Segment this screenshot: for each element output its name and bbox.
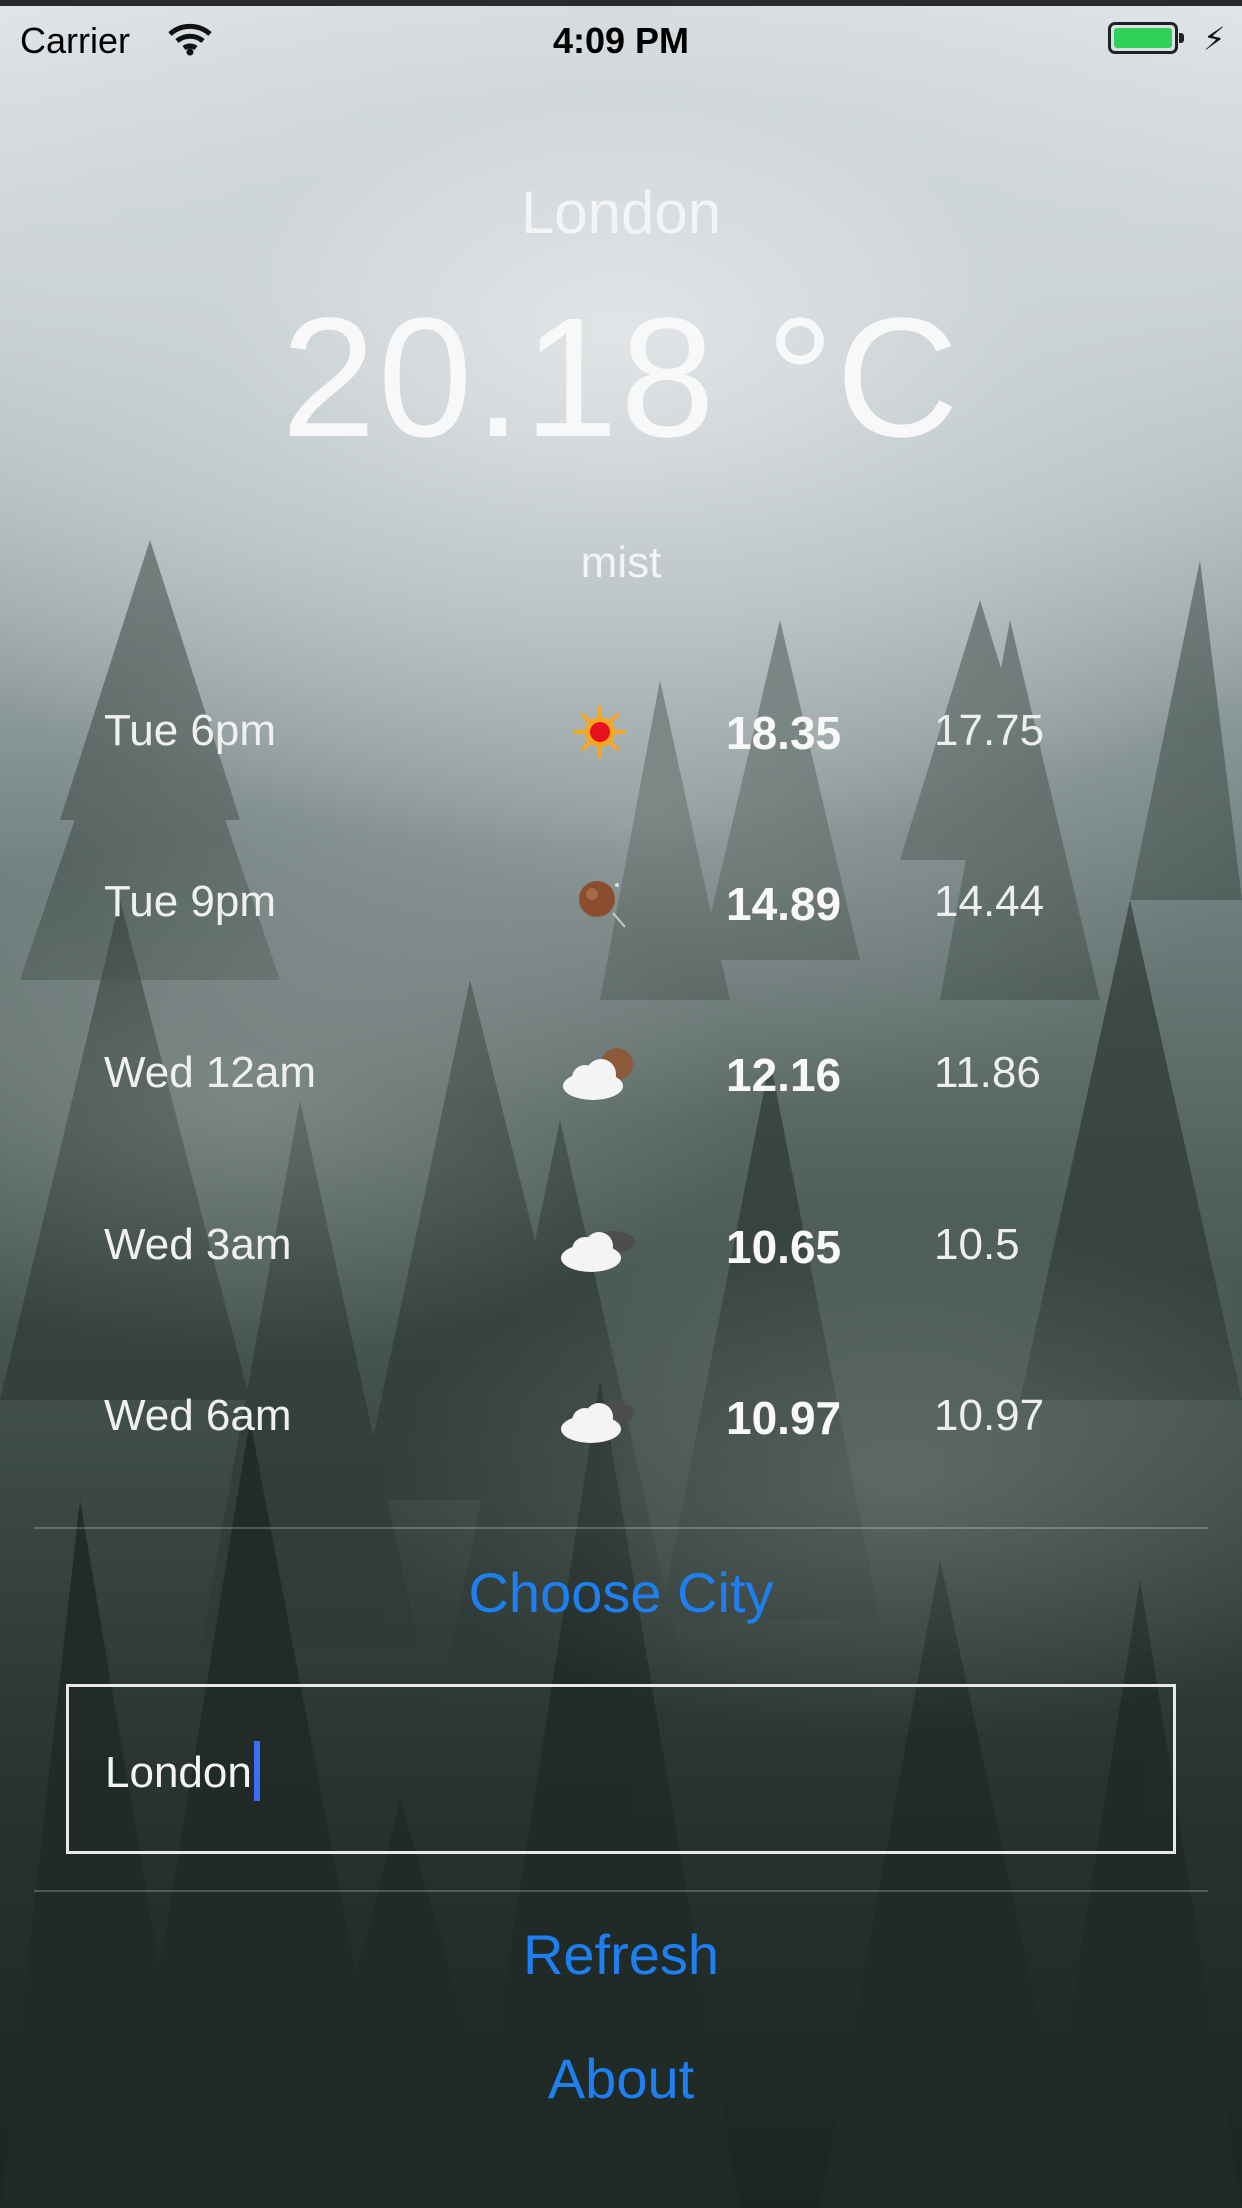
status-bar: Carrier 4:09 PM ⚡ xyxy=(0,0,1242,80)
city-name: London xyxy=(520,179,722,246)
moon-icon xyxy=(579,881,626,928)
divider xyxy=(34,1890,1208,1892)
choose-city-button[interactable]: Choose City xyxy=(0,1560,1242,1625)
forecast-high: 10.65 xyxy=(726,1221,842,1273)
battery-nub xyxy=(1179,33,1184,43)
cloudy-icon xyxy=(561,1231,635,1272)
city-input-value[interactable]: London xyxy=(105,1741,260,1801)
forecast-low: 11.86 xyxy=(934,1048,1041,1097)
forecast-row: Tue 6pm 18.35 17.75 xyxy=(0,692,1242,772)
forecast-row: Wed 6am 10.97 10.97 xyxy=(0,1377,1242,1457)
forecast-time: Wed 3am xyxy=(104,1220,292,1269)
weather-description: mist xyxy=(580,538,662,587)
charging-icon: ⚡ xyxy=(1203,21,1226,57)
forecast-high: 18.35 xyxy=(726,707,842,759)
forecast-row: Tue 9pm 14.89 14.44 xyxy=(0,863,1242,943)
battery-icon xyxy=(1108,22,1184,54)
city-input-text: London xyxy=(105,1748,252,1797)
forecast-time: Wed 12am xyxy=(104,1048,316,1097)
forecast-row: Wed 3am 10.65 10.5 xyxy=(0,1206,1242,1286)
forecast-low: 10.5 xyxy=(934,1220,1020,1269)
battery-level xyxy=(1114,28,1172,48)
forecast-low: 10.97 xyxy=(934,1391,1045,1440)
forecast-low: 17.75 xyxy=(934,706,1045,755)
forecast-low: 14.44 xyxy=(934,877,1045,926)
forecast-high: 12.16 xyxy=(726,1049,842,1101)
forecast-time: Wed 6am xyxy=(104,1391,292,1440)
forecast-high: 14.89 xyxy=(726,878,842,930)
cloudy-icon xyxy=(561,1402,635,1443)
forecast-time: Tue 9pm xyxy=(104,877,277,926)
forecast-high: 10.97 xyxy=(726,1392,842,1444)
status-bar-edge xyxy=(0,0,1242,6)
refresh-button[interactable]: Refresh xyxy=(0,1922,1242,1987)
text-cursor xyxy=(253,1741,260,1801)
sun-icon xyxy=(574,706,626,758)
city-input-field[interactable]: London xyxy=(66,1684,1176,1854)
forecast-time: Tue 6pm xyxy=(104,706,277,755)
cloud-moon-icon xyxy=(563,1048,633,1100)
forecast-row: Wed 12am 12.16 11.86 xyxy=(0,1034,1242,1114)
status-time: 4:09 PM xyxy=(552,20,690,61)
current-temperature: 20.18 °C xyxy=(281,283,961,473)
divider xyxy=(34,1527,1208,1529)
about-button[interactable]: About xyxy=(0,2046,1242,2111)
